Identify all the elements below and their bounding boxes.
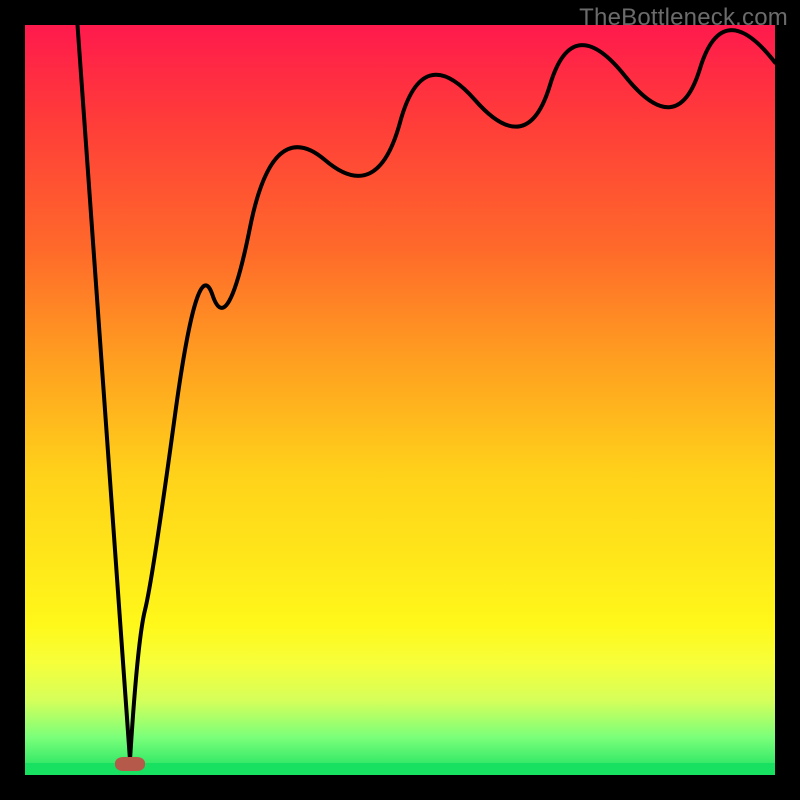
watermark-text: TheBottleneck.com bbox=[579, 4, 788, 32]
min-marker bbox=[115, 757, 145, 771]
plot-area bbox=[25, 25, 775, 775]
curve-path bbox=[78, 25, 776, 760]
chart-frame: TheBottleneck.com bbox=[0, 0, 800, 800]
bottleneck-curve bbox=[25, 25, 775, 775]
